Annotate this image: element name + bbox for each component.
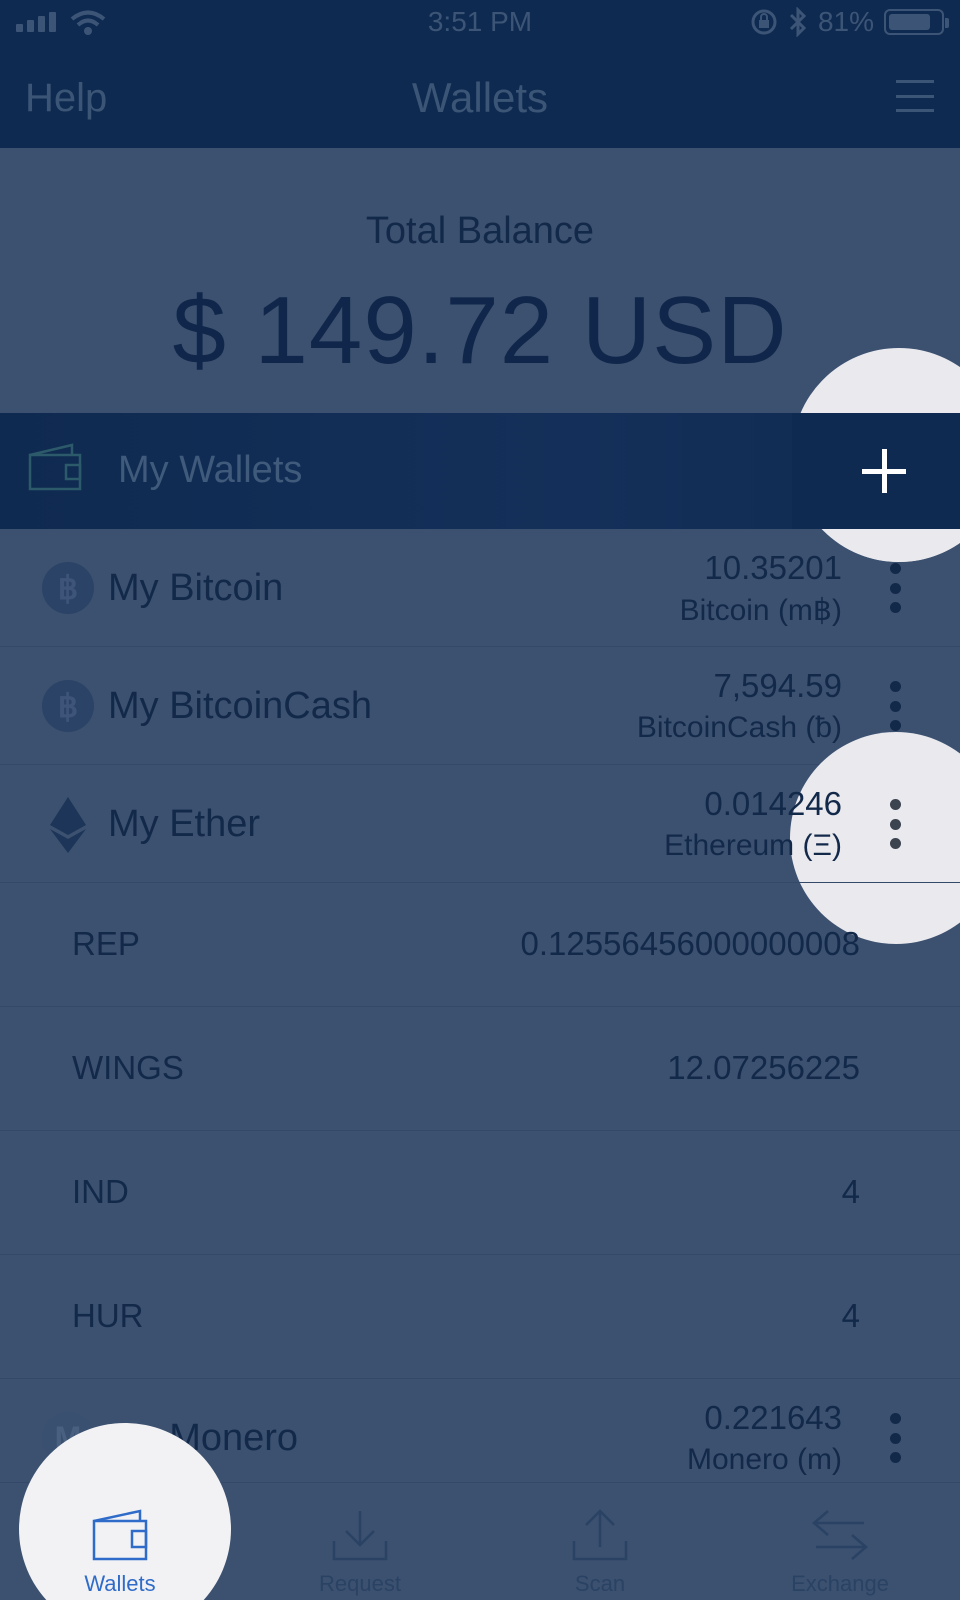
more-options-icon[interactable] <box>888 1413 902 1463</box>
total-balance-amount: $ 149.72 USD <box>172 277 788 384</box>
my-wallets-label: My Wallets <box>118 449 303 491</box>
download-icon <box>332 1511 388 1561</box>
tab-wallets[interactable]: Wallets <box>0 1483 240 1600</box>
tab-exchange[interactable]: Exchange <box>720 1483 960 1600</box>
token-row[interactable]: HUR 4 <box>0 1255 960 1379</box>
tab-request[interactable]: Request <box>240 1483 480 1600</box>
wallet-unit: Ethereum (Ξ) <box>664 829 842 862</box>
total-balance-label: Total Balance <box>365 210 595 252</box>
tab-label: Exchange <box>791 1571 889 1596</box>
tab-label: Wallets <box>84 1571 156 1596</box>
battery-percent: 81% <box>817 6 874 37</box>
more-options-icon[interactable] <box>888 563 902 613</box>
bitcoincash-icon: ฿ <box>42 680 94 732</box>
add-wallet-button[interactable] <box>862 449 906 493</box>
wallet-amount: 0.014246 <box>704 785 842 822</box>
tab-scan[interactable]: Scan <box>480 1483 720 1600</box>
token-name: HUR <box>72 1297 144 1334</box>
page-title: Wallets <box>411 74 549 121</box>
upload-icon <box>572 1509 628 1561</box>
ethereum-icon <box>50 797 86 853</box>
status-bar: 3:51 PM 81% <box>0 0 960 46</box>
bluetooth-icon <box>789 7 807 37</box>
token-row[interactable]: WINGS 12.07256225 <box>0 1007 960 1131</box>
wallet-row-bitcoin[interactable]: ฿ My Bitcoin 10.35201 Bitcoin (m฿) <box>0 529 960 647</box>
wallet-row-ether[interactable]: My Ether 0.014246 Ethereum (Ξ) <box>0 765 960 883</box>
wallet-name: My Bitcoin <box>108 567 284 609</box>
token-value: 4 <box>841 1173 860 1210</box>
token-row[interactable]: REP 0.12556456000000008 <box>0 883 960 1007</box>
wallet-name: My BitcoinCash <box>108 685 372 727</box>
tab-bar: Wallets Request Scan Exchange <box>0 1423 960 1600</box>
token-row[interactable]: IND 4 <box>0 1131 960 1255</box>
token-name: REP <box>72 925 140 962</box>
more-options-icon[interactable] <box>888 681 902 731</box>
more-options-icon[interactable] <box>888 799 902 849</box>
wallet-unit: BitcoinCash (ƀ) <box>636 711 842 744</box>
wallet-amount: 0.221643 <box>704 1399 842 1436</box>
tab-label: Request <box>319 1571 401 1596</box>
wallet-unit: Monero (m) <box>686 1443 842 1476</box>
wallet-unit: Bitcoin (m฿) <box>679 594 842 627</box>
token-name: IND <box>72 1173 129 1210</box>
token-value: 0.12556456000000008 <box>520 925 860 962</box>
wallet-amount: 7,594.59 <box>713 667 842 704</box>
wallet-icon <box>92 1509 148 1561</box>
nav-bar: Help Wallets <box>0 46 960 148</box>
token-value: 4 <box>841 1297 860 1334</box>
token-value: 12.07256225 <box>667 1049 860 1086</box>
wallet-icon <box>28 443 82 491</box>
wallet-amount: 10.35201 <box>704 549 842 586</box>
wallet-name: My Ether <box>108 803 261 845</box>
exchange-arrows-icon <box>812 1510 868 1560</box>
bitcoin-icon: ฿ <box>42 562 94 614</box>
battery-icon <box>884 9 949 35</box>
tab-label: Scan <box>574 1571 626 1596</box>
hamburger-menu-icon[interactable] <box>896 80 934 112</box>
rotation-lock-icon <box>751 9 777 35</box>
wallet-row-bitcoincash[interactable]: ฿ My BitcoinCash 7,594.59 BitcoinCash (ƀ… <box>0 647 960 765</box>
total-balance-section: Total Balance $ 149.72 USD <box>0 148 960 413</box>
token-name: WINGS <box>72 1049 184 1086</box>
